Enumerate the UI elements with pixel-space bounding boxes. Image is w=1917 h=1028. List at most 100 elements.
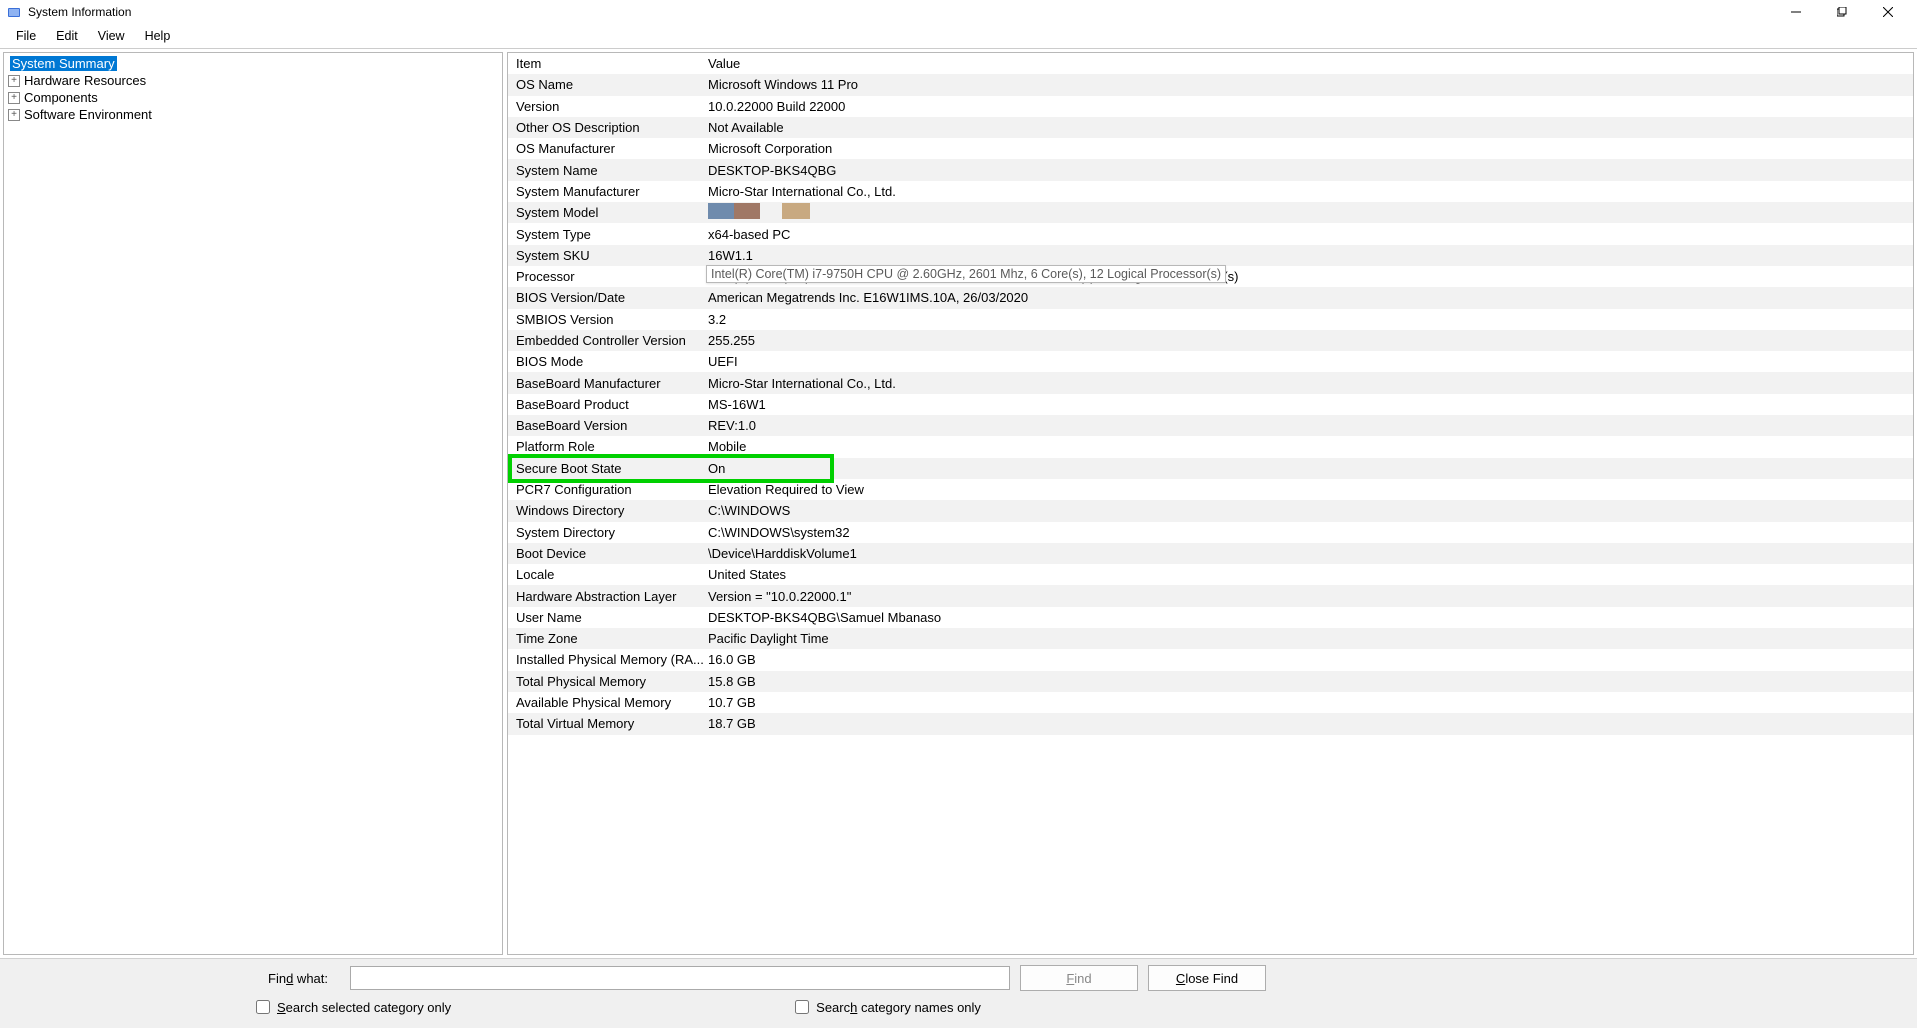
table-row[interactable]: BaseBoard VersionREV:1.0 [508, 415, 1913, 436]
column-header-row[interactable]: Item Value [508, 53, 1913, 74]
row-value: Elevation Required to View [708, 482, 1909, 497]
tree-item[interactable]: +Software Environment [8, 106, 498, 123]
maximize-button[interactable] [1819, 0, 1865, 24]
row-item: Total Virtual Memory [512, 716, 708, 731]
table-row[interactable]: User NameDESKTOP-BKS4QBG\Samuel Mbanaso [508, 607, 1913, 628]
minimize-button[interactable] [1773, 0, 1819, 24]
table-row[interactable]: OS ManufacturerMicrosoft Corporation [508, 138, 1913, 159]
row-value [708, 203, 1909, 222]
detail-list[interactable]: Item Value OS NameMicrosoft Windows 11 P… [508, 53, 1913, 954]
table-row[interactable]: OS NameMicrosoft Windows 11 Pro [508, 74, 1913, 95]
search-names-label: Search category names only [816, 1000, 981, 1015]
row-item: Total Physical Memory [512, 674, 708, 689]
table-row[interactable]: Windows DirectoryC:\WINDOWS [508, 500, 1913, 521]
table-row[interactable]: Hardware Abstraction LayerVersion = "10.… [508, 585, 1913, 606]
table-row[interactable]: Platform RoleMobile [508, 436, 1913, 457]
row-item: Other OS Description [512, 120, 708, 135]
find-button[interactable]: Find [1020, 965, 1138, 991]
close-button[interactable] [1865, 0, 1911, 24]
tree-root-label: System Summary [10, 56, 117, 71]
expand-icon[interactable]: + [8, 92, 20, 104]
tree-root[interactable]: System Summary [8, 55, 498, 72]
row-value: Pacific Daylight Time [708, 631, 1909, 646]
table-row[interactable]: System Typex64-based PC [508, 223, 1913, 244]
row-item: Processor [512, 269, 708, 284]
row-value: 3.2 [708, 312, 1909, 327]
expand-icon[interactable]: + [8, 109, 20, 121]
app-window: System Information File Edit View Help S… [0, 0, 1917, 1028]
row-value: Microsoft Windows 11 Pro [708, 77, 1909, 92]
row-value: \Device\HarddiskVolume1 [708, 546, 1909, 561]
redacted-value [708, 203, 810, 219]
search-selected-checkbox-input[interactable] [256, 1000, 270, 1014]
table-row[interactable]: SMBIOS Version3.2 [508, 309, 1913, 330]
search-selected-label: Search selected category only [277, 1000, 451, 1015]
row-value: Micro-Star International Co., Ltd. [708, 376, 1909, 391]
table-row[interactable]: Boot Device\Device\HarddiskVolume1 [508, 543, 1913, 564]
row-value: Intel(R) Core(TM) i7-9750H CPU @ 2.60GHz… [708, 269, 1909, 284]
row-value: 16W1.1 [708, 248, 1909, 263]
table-row[interactable]: Secure Boot StateOn [508, 458, 1913, 479]
table-row[interactable]: Available Physical Memory10.7 GB [508, 692, 1913, 713]
menu-edit[interactable]: Edit [46, 27, 88, 45]
table-row[interactable]: System NameDESKTOP-BKS4QBG [508, 159, 1913, 180]
table-row[interactable]: System ManufacturerMicro-Star Internatio… [508, 181, 1913, 202]
content-area: System Summary +Hardware Resources+Compo… [0, 48, 1917, 958]
table-row[interactable]: BaseBoard ProductMS-16W1 [508, 394, 1913, 415]
close-find-button[interactable]: Close Find [1148, 965, 1266, 991]
column-header-value[interactable]: Value [708, 56, 1909, 71]
row-item: SMBIOS Version [512, 312, 708, 327]
row-item: Embedded Controller Version [512, 333, 708, 348]
table-row[interactable]: Time ZonePacific Daylight Time [508, 628, 1913, 649]
table-row[interactable]: Total Virtual Memory18.7 GB [508, 713, 1913, 734]
table-row[interactable]: ProcessorIntel(R) Core(TM) i7-9750H CPU … [508, 266, 1913, 287]
menu-view[interactable]: View [88, 27, 135, 45]
column-header-item[interactable]: Item [512, 56, 708, 71]
table-row[interactable]: System Model [508, 202, 1913, 223]
row-item: System Directory [512, 525, 708, 540]
row-item: OS Name [512, 77, 708, 92]
table-row[interactable]: Version10.0.22000 Build 22000 [508, 96, 1913, 117]
tree-item-label: Components [24, 90, 98, 105]
row-value: DESKTOP-BKS4QBG [708, 163, 1909, 178]
search-selected-checkbox[interactable]: Search selected category only [252, 997, 451, 1017]
find-label: Find what: [10, 971, 340, 986]
row-item: System Name [512, 163, 708, 178]
row-value: DESKTOP-BKS4QBG\Samuel Mbanaso [708, 610, 1909, 625]
row-item: Installed Physical Memory (RA... [512, 652, 708, 667]
expand-icon[interactable]: + [8, 75, 20, 87]
row-value: 10.0.22000 Build 22000 [708, 99, 1909, 114]
row-item: BaseBoard Version [512, 418, 708, 433]
table-row[interactable]: System SKU16W1.1 [508, 245, 1913, 266]
window-controls [1773, 0, 1911, 24]
row-value: C:\WINDOWS\system32 [708, 525, 1909, 540]
row-item: User Name [512, 610, 708, 625]
table-row[interactable]: Installed Physical Memory (RA...16.0 GB [508, 649, 1913, 670]
tree-item[interactable]: +Hardware Resources [8, 72, 498, 89]
tree-item[interactable]: + Components [8, 89, 498, 106]
menu-file[interactable]: File [6, 27, 46, 45]
table-row[interactable]: PCR7 ConfigurationElevation Required to … [508, 479, 1913, 500]
app-icon [6, 4, 22, 20]
search-names-checkbox-input[interactable] [795, 1000, 809, 1014]
table-row[interactable]: Other OS DescriptionNot Available [508, 117, 1913, 138]
detail-pane: Item Value OS NameMicrosoft Windows 11 P… [507, 52, 1914, 955]
tree-pane[interactable]: System Summary +Hardware Resources+Compo… [3, 52, 503, 955]
menu-help[interactable]: Help [135, 27, 181, 45]
search-names-checkbox[interactable]: Search category names only [791, 997, 981, 1017]
table-row[interactable]: BIOS Version/DateAmerican Megatrends Inc… [508, 287, 1913, 308]
table-row[interactable]: BaseBoard ManufacturerMicro-Star Interna… [508, 372, 1913, 393]
find-input[interactable] [350, 966, 1010, 990]
row-value: Version = "10.0.22000.1" [708, 589, 1909, 604]
table-row[interactable]: Embedded Controller Version255.255 [508, 330, 1913, 351]
table-row[interactable]: LocaleUnited States [508, 564, 1913, 585]
row-value: Micro-Star International Co., Ltd. [708, 184, 1909, 199]
table-row[interactable]: BIOS ModeUEFI [508, 351, 1913, 372]
table-row[interactable]: System DirectoryC:\WINDOWS\system32 [508, 522, 1913, 543]
row-item: System Model [512, 205, 708, 220]
row-item: BIOS Version/Date [512, 290, 708, 305]
row-value: 16.0 GB [708, 652, 1909, 667]
row-item: System Type [512, 227, 708, 242]
row-value: UEFI [708, 354, 1909, 369]
table-row[interactable]: Total Physical Memory15.8 GB [508, 671, 1913, 692]
